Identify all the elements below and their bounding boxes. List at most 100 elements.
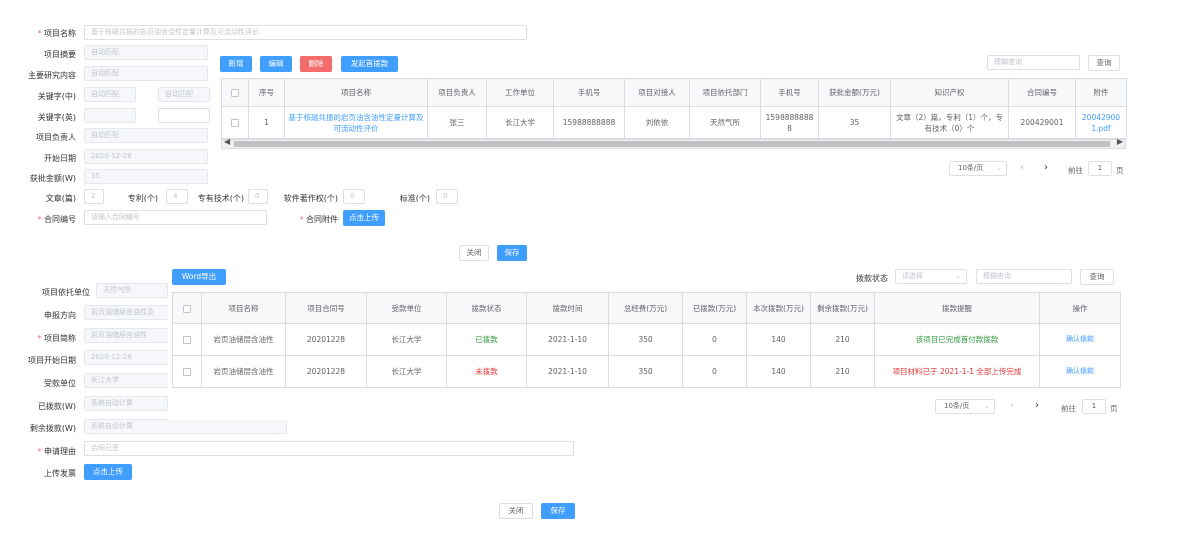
goto-label: 前往 (1061, 404, 1076, 413)
scroll-left-icon[interactable]: ◀ (224, 137, 230, 146)
status-filter-value: 请选择 (902, 272, 923, 280)
remaining-label: 剩余拨款(W) (29, 424, 76, 433)
project-search-button[interactable]: 查询 (1088, 55, 1120, 71)
form1-close-button[interactable]: 关闭 (459, 245, 489, 261)
keyword-en-input[interactable] (84, 108, 136, 123)
cell-name: 岩页油储层含油性 (201, 355, 286, 388)
paid-input[interactable]: 系统自动计算 (84, 396, 168, 411)
next-page-icon[interactable]: › (1035, 400, 1039, 411)
keyword-en-label: 关键字(英) (37, 113, 76, 122)
row-checkbox[interactable] (172, 323, 202, 356)
paid-label: 已拨款(W) (37, 402, 76, 411)
row-checkbox[interactable] (221, 106, 249, 139)
confirm-payment-link[interactable]: 确认拨款 (1039, 355, 1121, 388)
col-header: 总经费(万元) (608, 292, 683, 324)
col-header: 项目名称 (284, 78, 428, 107)
cell-time: 2021-1-10 (526, 355, 609, 388)
page-input[interactable]: 1 (1088, 161, 1112, 176)
leader-label: 项目负责人 (36, 133, 76, 142)
cell-contract: 20201228 (285, 323, 367, 356)
form2-save-button[interactable]: 保存 (541, 503, 575, 519)
reason-label: 申请理由 (20, 446, 76, 457)
invoice-upload-button[interactable]: 点击上传 (84, 464, 132, 480)
word-export-button[interactable]: Word导出 (172, 269, 226, 285)
col-header: 拨款时间 (526, 292, 609, 324)
recipient-input[interactable]: 长江大学 (84, 373, 174, 388)
confirm-payment-link[interactable]: 确认拨款 (1039, 323, 1121, 356)
cell-ip: 文章（2）篇，专利（1）个，专有技术（0）个 (890, 106, 1009, 139)
project-name-input[interactable]: 基于核磁共振的岩页油含油性定量计算及可流动性评价 (84, 25, 527, 40)
col-header: 序号 (248, 78, 285, 107)
cell-project-name-link[interactable]: 基于核磁共振的岩页油含油性定量计算及可流动性评价 (284, 106, 428, 139)
tech-count-input[interactable]: 0 (248, 189, 268, 204)
status-filter-select[interactable]: 请选择 ⌄ (895, 269, 967, 284)
scroll-right-icon[interactable]: ▶ (1117, 137, 1123, 146)
prev-page-icon[interactable]: ‹ (1010, 400, 1014, 411)
short-name-input[interactable]: 岩页油储层含油性 (84, 328, 174, 343)
col-header: 手机号 (760, 78, 819, 107)
horizontal-scrollbar[interactable]: ◀ ▶ (221, 137, 1126, 149)
keyword-cn-input-2[interactable]: 自动匹配 (158, 87, 210, 102)
payment-search-input[interactable]: 模糊查询 (976, 269, 1072, 284)
keyword-cn-input[interactable]: 自动匹配 (84, 87, 136, 102)
payment-search-button[interactable]: 查询 (1080, 269, 1114, 285)
patent-count-input[interactable]: 4 (166, 189, 188, 204)
project-start-input[interactable]: 2020-12-28 (84, 350, 174, 365)
page-size-value: 10条/页 (944, 402, 970, 410)
short-name-label: 项目简称 (20, 333, 76, 344)
delete-button[interactable]: 删除 (300, 56, 332, 72)
cell-current: 140 (746, 323, 811, 356)
col-header: 合同编号 (1008, 78, 1076, 107)
col-header: 项目对接人 (624, 78, 690, 107)
cell-name: 岩页油储层含油性 (201, 323, 286, 356)
dept-input[interactable]: 天然气所 (96, 283, 168, 298)
col-header: 项目合同号 (285, 292, 367, 324)
amount-input[interactable]: 35 (84, 169, 208, 184)
abstract-input[interactable]: 自动匹配 (84, 45, 208, 60)
scrollbar-thumb[interactable] (234, 141, 1110, 147)
table-row[interactable]: 岩页油储层含油性 20201228 长江大学 未拨款 2021-1-10 350… (172, 355, 1121, 388)
page-size-select[interactable]: 10条/页 ⌄ (949, 161, 1007, 176)
cell-phone: 15988888888 (553, 106, 625, 139)
select-all-checkbox[interactable] (221, 78, 249, 107)
cell-contract: 200429001 (1008, 106, 1076, 139)
leader-input[interactable]: 自动匹配 (84, 128, 208, 143)
prev-page-icon[interactable]: ‹ (1020, 162, 1024, 173)
remaining-input[interactable]: 系统自动计算 (84, 419, 287, 434)
col-header: 项目依托部门 (689, 78, 761, 107)
table-row[interactable]: 1 基于核磁共振的岩页油含油性定量计算及可流动性评价 张三 长江大学 15988… (221, 106, 1127, 139)
research-input[interactable]: 自动匹配 (84, 66, 208, 81)
tech-count-label: 专有技术(个) (197, 194, 244, 203)
contract-no-input[interactable]: 请输入合同编号 (84, 210, 267, 225)
start-date-input[interactable]: 2020-12-28 (84, 149, 208, 164)
research-label: 主要研究内容 (28, 71, 76, 80)
col-header: 受款单位 (366, 292, 447, 324)
col-header: 剩余拨款(万元) (810, 292, 875, 324)
project-search-input[interactable]: 模糊查询 (987, 55, 1080, 70)
edit-button[interactable]: 编辑 (260, 56, 292, 72)
col-header: 手机号 (553, 78, 625, 107)
form1-save-button[interactable]: 保存 (497, 245, 527, 261)
page-unit-label: 页 (1110, 404, 1118, 413)
reason-input[interactable]: 合同已签 (84, 441, 574, 456)
keyword-en-input-2[interactable] (158, 108, 210, 123)
next-page-icon[interactable]: › (1044, 162, 1048, 173)
direction-input[interactable]: 岩页油储层含油性及 (84, 305, 174, 320)
cell-remain: 210 (810, 355, 875, 388)
paper-count-input[interactable]: 2 (84, 189, 104, 204)
add-button[interactable]: 新增 (220, 56, 252, 72)
page-size-select[interactable]: 10条/页 ⌄ (935, 399, 995, 414)
select-all-checkbox[interactable] (172, 292, 202, 324)
first-payment-button[interactable]: 发起首拨款 (341, 56, 398, 72)
goto-label: 前往 (1068, 166, 1083, 175)
contract-upload-button[interactable]: 点击上传 (343, 210, 385, 226)
form2-close-button[interactable]: 关闭 (499, 503, 533, 519)
project-table: 序号 项目名称 项目负责人 工作单位 手机号 项目对接人 项目依托部门 手机号 … (221, 78, 1127, 139)
standard-count-input[interactable]: 0 (436, 189, 458, 204)
software-count-input[interactable]: 0 (343, 189, 365, 204)
cell-attachment-link[interactable]: 200429001.pdf (1075, 106, 1127, 139)
table-row[interactable]: 岩页油储层含油性 20201228 长江大学 已拨款 2021-1-10 350… (172, 323, 1121, 356)
invoice-label: 上传发票 (44, 469, 76, 478)
page-input[interactable]: 1 (1082, 399, 1106, 414)
row-checkbox[interactable] (172, 355, 202, 388)
